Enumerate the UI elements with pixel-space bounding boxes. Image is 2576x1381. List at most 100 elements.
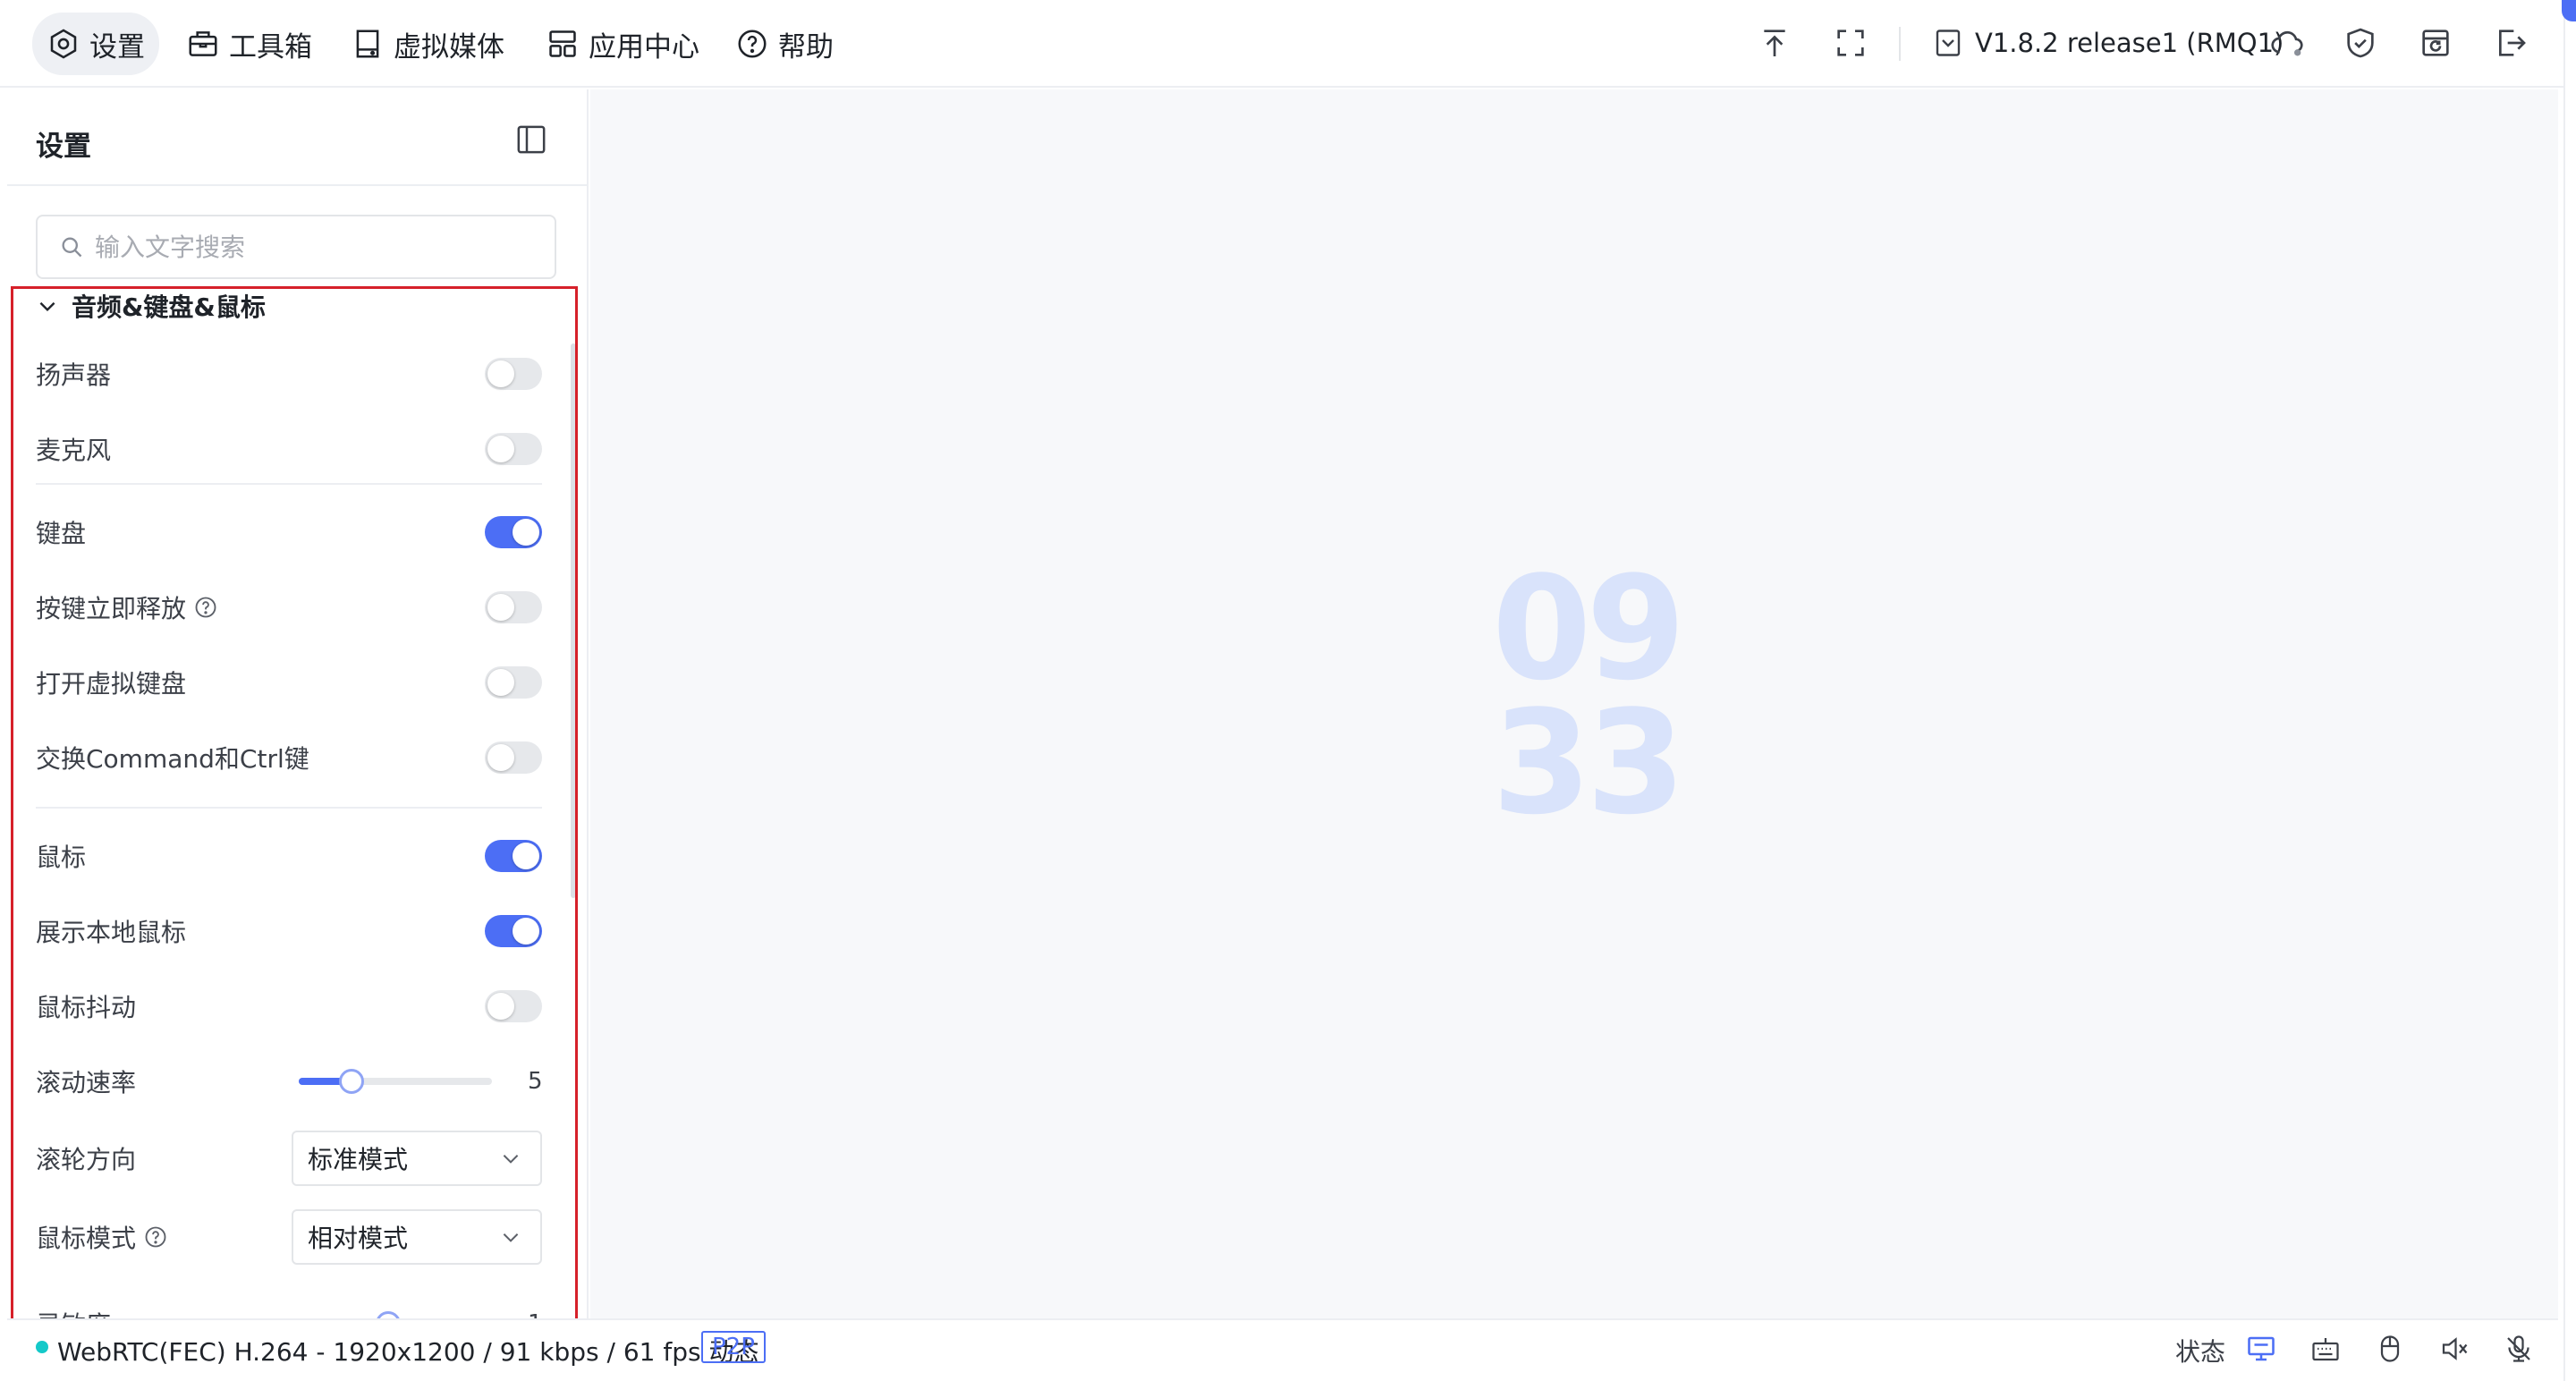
microphone-button[interactable] xyxy=(2501,1331,2537,1367)
version-icon xyxy=(1936,30,1961,56)
setting-row-virtual-keyboard: 打开虚拟键盘 xyxy=(36,656,542,709)
logout-icon xyxy=(2499,30,2526,56)
mouse-jiggle-toggle[interactable] xyxy=(485,990,542,1022)
restart-button[interactable] xyxy=(2415,22,2456,64)
setting-row-mouse: 鼠标 xyxy=(36,829,542,883)
setting-label: 鼠标 xyxy=(36,843,87,872)
search-input[interactable] xyxy=(95,232,542,262)
mouse-icon xyxy=(2380,1335,2400,1362)
stream-info: WebRTC(FEC) H.264 - 1920x1200 / 91 kbps … xyxy=(57,1337,759,1367)
slider-thumb[interactable] xyxy=(339,1069,364,1094)
setting-label: 鼠标抖动 xyxy=(36,993,137,1022)
nav-tab-app-center[interactable]: 应用中心 xyxy=(531,13,714,75)
section-header-audio-keyboard-mouse[interactable]: 音频&键盘&鼠标 xyxy=(36,288,266,324)
toggle-knob xyxy=(487,360,514,387)
scroll-speed-control: 5 xyxy=(299,1068,543,1095)
nav-tab-virtual-media[interactable]: 虚拟媒体 xyxy=(336,13,519,75)
setting-label: 滚轮方向 xyxy=(36,1145,137,1174)
setting-row-keyboard: 键盘 xyxy=(36,505,542,559)
setting-row-mouse-mode: 鼠标模式 相对模式 xyxy=(36,1209,542,1265)
help-circle-icon[interactable] xyxy=(143,1224,168,1250)
setting-row-instant-release: 按键立即释放 xyxy=(36,580,542,634)
setting-label-with-help: 鼠标模式 xyxy=(36,1219,168,1255)
mouse-toggle[interactable] xyxy=(485,840,542,872)
virtual-keyboard-toggle[interactable] xyxy=(485,666,542,699)
scroll-speed-slider[interactable] xyxy=(299,1069,492,1094)
clock-hours: 09 xyxy=(1492,545,1686,712)
instant-release-toggle[interactable] xyxy=(485,591,542,623)
settings-icon xyxy=(50,29,77,59)
toggle-knob xyxy=(513,843,539,869)
status-bar: WebRTC(FEC) H.264 - 1920x1200 / 91 kbps … xyxy=(7,1318,2558,1374)
window-right-edge xyxy=(2563,0,2576,1381)
version-indicator[interactable]: V1.8.2 release1 (RMQ1) xyxy=(1932,22,2284,64)
setting-label: 展示本地鼠标 xyxy=(36,918,187,947)
fullscreen-icon xyxy=(1837,30,1864,56)
media-drive-icon xyxy=(356,30,379,58)
connection-status-dot xyxy=(36,1341,48,1353)
keyboard-icon xyxy=(2312,1338,2339,1361)
wheel-direction-select[interactable]: 标准模式 xyxy=(292,1131,542,1186)
app-grid-icon xyxy=(549,30,576,57)
nav-tab-toolbox[interactable]: 工具箱 xyxy=(172,13,326,75)
setting-label: 打开虚拟键盘 xyxy=(36,669,187,699)
setting-row-local-cursor: 展示本地鼠标 xyxy=(36,904,542,958)
local-cursor-toggle[interactable] xyxy=(485,915,542,947)
swap-cmd-ctrl-toggle[interactable] xyxy=(485,741,542,774)
search-box[interactable] xyxy=(36,215,556,279)
setting-label: 扬声器 xyxy=(36,360,112,390)
panel-toggle-icon[interactable] xyxy=(513,122,549,157)
speaker-toggle[interactable] xyxy=(485,358,542,390)
shield-icon xyxy=(2347,28,2374,58)
nav-tab-toolbox-label: 工具箱 xyxy=(229,30,312,64)
cloud-button[interactable] xyxy=(2267,22,2308,64)
setting-label-text: 鼠标模式 xyxy=(36,1224,137,1253)
security-button[interactable] xyxy=(2340,22,2381,64)
nav-tab-settings-label: 设置 xyxy=(89,30,145,64)
keyboard-toggle[interactable] xyxy=(485,516,542,548)
setting-label: 键盘 xyxy=(36,519,87,548)
keyboard-button[interactable] xyxy=(2308,1331,2343,1367)
nav-tab-virtual-media-label: 虚拟媒体 xyxy=(394,30,504,64)
toggle-knob xyxy=(487,669,514,696)
speaker-button[interactable] xyxy=(2436,1331,2472,1367)
mouse-button[interactable] xyxy=(2372,1331,2408,1367)
chevron-down-icon xyxy=(503,1155,519,1164)
setting-row-wheel-direction: 滚轮方向 标准模式 xyxy=(36,1131,542,1186)
setting-row-scroll-speed: 滚动速率 5 xyxy=(36,1055,543,1108)
search-icon xyxy=(62,237,82,258)
nav-tab-app-center-label: 应用中心 xyxy=(589,30,699,64)
nav-tab-settings[interactable]: 设置 xyxy=(32,13,159,75)
clock-minutes: 33 xyxy=(1492,679,1686,846)
microphone-toggle[interactable] xyxy=(485,433,542,465)
toggle-knob xyxy=(513,918,539,945)
monitor-button[interactable] xyxy=(2243,1331,2279,1367)
toggle-knob xyxy=(487,744,514,771)
top-navigation-bar: 设置 工具箱 虚拟媒体 应用中心 帮助 V1.8.2 release1 (RMQ… xyxy=(0,0,2576,88)
sidebar-title: 设置 xyxy=(36,131,91,163)
fullscreen-button[interactable] xyxy=(1830,22,1871,64)
chevron-down-icon xyxy=(39,301,55,312)
scroll-speed-value: 5 xyxy=(528,1068,543,1095)
setting-row-swap-cmd-ctrl: 交换Command和Ctrl键 xyxy=(36,731,542,784)
mouse-mode-select[interactable]: 相对模式 xyxy=(292,1209,542,1265)
section-title: 音频&键盘&鼠标 xyxy=(72,292,266,322)
nav-tab-help[interactable]: 帮助 xyxy=(721,13,848,75)
toggle-knob xyxy=(487,594,514,621)
sidebar-header: 设置 xyxy=(7,89,589,186)
chevron-down-icon xyxy=(503,1233,519,1242)
toolbox-icon xyxy=(189,31,217,56)
clock-display: 09 33 xyxy=(1492,545,1686,846)
row-divider xyxy=(36,807,542,809)
setting-label: 滚动速率 xyxy=(36,1068,137,1097)
upload-button[interactable] xyxy=(1754,22,1795,64)
sidebar-scrollbar[interactable] xyxy=(571,343,576,898)
microphone-icon xyxy=(2507,1335,2530,1362)
status-label[interactable]: 状态 xyxy=(2175,1333,2225,1368)
nav-tab-help-label: 帮助 xyxy=(778,30,834,64)
toolbar-divider xyxy=(1899,27,1901,61)
setting-row-speaker: 扬声器 xyxy=(36,347,542,401)
monitor-icon xyxy=(2248,1336,2275,1361)
help-circle-icon[interactable] xyxy=(193,595,218,620)
logout-button[interactable] xyxy=(2490,22,2531,64)
